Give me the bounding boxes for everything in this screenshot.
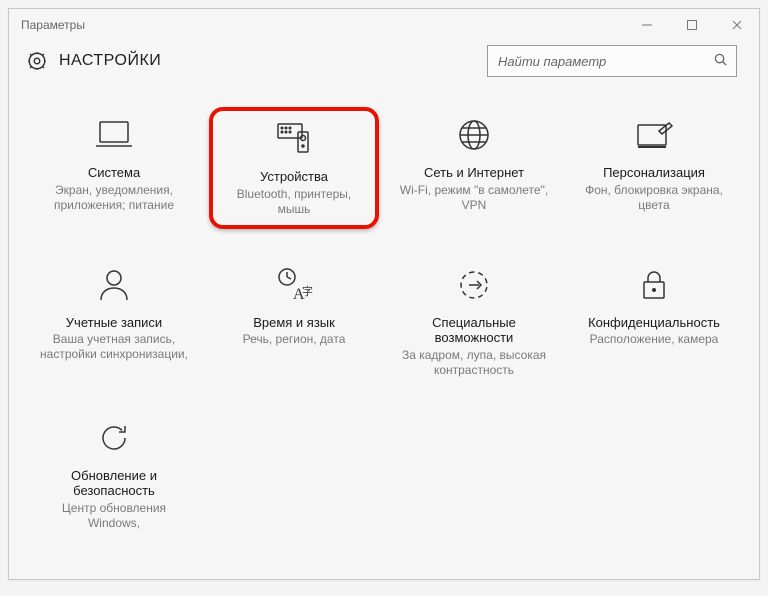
tile-ease-of-access[interactable]: Специальные возможности За кадром, лупа,…	[389, 257, 559, 382]
tile-desc: Расположение, камера	[584, 332, 725, 347]
gear-icon	[25, 49, 49, 73]
tile-desc: Центр обновления Windows,	[33, 501, 195, 531]
person-icon	[90, 261, 138, 309]
header: НАСТРОЙКИ	[9, 41, 759, 87]
time-lang-icon: A 字	[270, 261, 318, 309]
close-button[interactable]	[714, 9, 759, 41]
accessibility-icon	[450, 261, 498, 309]
window-buttons	[624, 9, 759, 41]
tile-desc: Bluetooth, принтеры, мышь	[215, 187, 373, 217]
tile-title: Обновление и безопасность	[33, 468, 195, 499]
tile-privacy[interactable]: Конфиденциальность Расположение, камера	[569, 257, 739, 382]
laptop-icon	[90, 111, 138, 159]
tile-desc: Экран, уведомления, приложения; питание	[33, 183, 195, 213]
tile-title: Время и язык	[253, 315, 335, 331]
tile-devices[interactable]: Устройства Bluetooth, принтеры, мышь	[209, 107, 379, 229]
maximize-button[interactable]	[669, 9, 714, 41]
tile-desc: Речь, регион, дата	[237, 332, 352, 347]
tile-update-security[interactable]: Обновление и безопасность Центр обновлен…	[29, 410, 199, 535]
tile-title: Система	[88, 165, 140, 181]
tile-desc: Ваша учетная запись, настройки синхрониз…	[33, 332, 195, 362]
search-input[interactable]	[498, 54, 713, 69]
tile-network[interactable]: Сеть и Интернет Wi-Fi, режим "в самолете…	[389, 107, 559, 229]
search-box[interactable]	[487, 45, 737, 77]
globe-icon	[450, 111, 498, 159]
settings-grid: Система Экран, уведомления, приложения; …	[19, 107, 749, 535]
lock-icon	[630, 261, 678, 309]
personalize-icon	[630, 111, 678, 159]
tile-desc: Фон, блокировка экрана, цвета	[573, 183, 735, 213]
tile-system[interactable]: Система Экран, уведомления, приложения; …	[29, 107, 199, 229]
page-title: НАСТРОЙКИ	[59, 52, 161, 70]
devices-icon	[270, 115, 318, 163]
tile-desc: За кадром, лупа, высокая контрастность	[393, 348, 555, 378]
tile-title: Персонализация	[603, 165, 705, 181]
content-area: Система Экран, уведомления, приложения; …	[9, 87, 759, 579]
window-title: Параметры	[21, 18, 85, 32]
minimize-button[interactable]	[624, 9, 669, 41]
tile-title: Сеть и Интернет	[424, 165, 524, 181]
tile-title: Конфиденциальность	[588, 315, 720, 331]
tile-title: Специальные возможности	[393, 315, 555, 346]
tile-time-language[interactable]: A 字 Время и язык Речь, регион, дата	[209, 257, 379, 382]
titlebar: Параметры	[9, 9, 759, 41]
search-icon	[713, 52, 728, 70]
tile-title: Учетные записи	[66, 315, 162, 331]
svg-text:字: 字	[302, 284, 313, 298]
tile-desc: Wi-Fi, режим "в самолете", VPN	[393, 183, 555, 213]
tile-personalization[interactable]: Персонализация Фон, блокировка экрана, ц…	[569, 107, 739, 229]
update-icon	[90, 414, 138, 462]
settings-window: Параметры НАСТРОЙКИ	[8, 8, 760, 580]
tile-title: Устройства	[260, 169, 328, 185]
tile-accounts[interactable]: Учетные записи Ваша учетная запись, наст…	[29, 257, 199, 382]
